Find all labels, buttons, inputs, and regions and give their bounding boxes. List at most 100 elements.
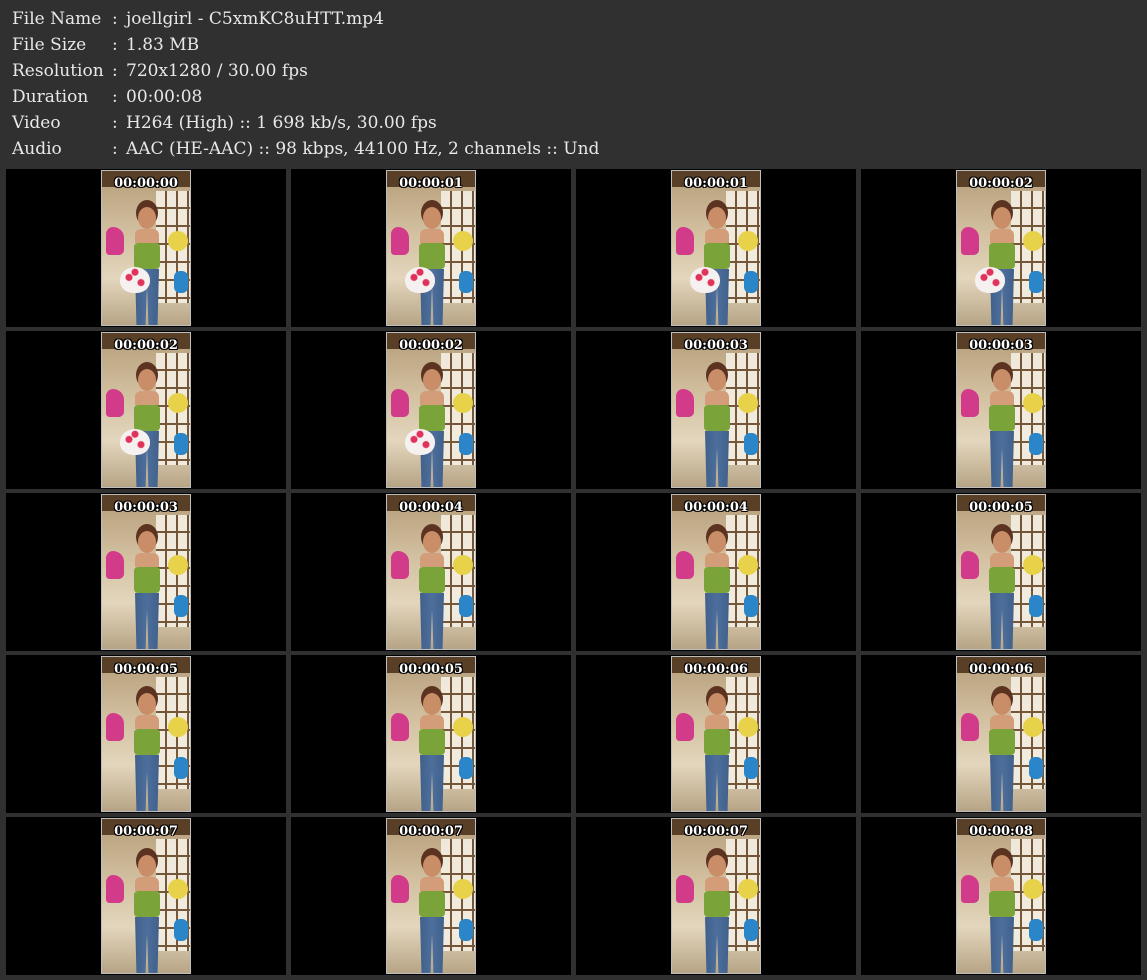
frame-person-head bbox=[708, 531, 726, 553]
frame-person-head bbox=[138, 207, 156, 229]
frame-person-head bbox=[993, 369, 1011, 391]
frame-person-skin bbox=[990, 553, 1014, 567]
frame-balloon-p bbox=[106, 713, 124, 741]
frame-person-top bbox=[989, 243, 1015, 269]
frame-heart bbox=[120, 267, 150, 293]
thumbnail-cell: 00:00:01 bbox=[291, 169, 571, 327]
frame-balloon-p bbox=[676, 389, 694, 417]
frame-person-jeans bbox=[705, 431, 729, 487]
thumbnail-timestamp: 00:00:05 bbox=[114, 662, 178, 677]
thumbnail-cell: 00:00:04 bbox=[576, 493, 856, 651]
thumbnail-image: 00:00:00 bbox=[101, 170, 191, 326]
thumbnail-image: 00:00:06 bbox=[956, 656, 1046, 812]
frame-balloon-b bbox=[174, 595, 188, 617]
thumbnail-cell: 00:00:01 bbox=[576, 169, 856, 327]
frame-balloon-p bbox=[961, 227, 979, 255]
frame-person-jeans bbox=[990, 917, 1014, 973]
frame-balloon-p bbox=[676, 713, 694, 741]
thumbnail-timestamp: 00:00:02 bbox=[399, 338, 463, 353]
frame-balloon-p bbox=[676, 551, 694, 579]
thumbnail-image: 00:00:07 bbox=[386, 818, 476, 974]
thumbnail-cell: 00:00:02 bbox=[6, 331, 286, 489]
frame-balloon-b bbox=[459, 595, 473, 617]
thumbnail-timestamp: 00:00:07 bbox=[684, 824, 748, 839]
frame-person-head bbox=[423, 207, 441, 229]
thumbnail-image: 00:00:03 bbox=[101, 494, 191, 650]
frame-balloon-b bbox=[744, 919, 758, 941]
frame-balloon-y bbox=[453, 879, 473, 899]
frame-person-head bbox=[993, 207, 1011, 229]
frame-person-skin bbox=[420, 391, 444, 405]
thumbnail-timestamp: 00:00:08 bbox=[969, 824, 1033, 839]
frame-balloon-y bbox=[738, 555, 758, 575]
frame-person-skin bbox=[135, 877, 159, 891]
frame-person-top bbox=[134, 567, 160, 593]
thumbnail-cell: 00:00:05 bbox=[6, 655, 286, 813]
frame-balloon-y bbox=[1023, 393, 1043, 413]
thumbnail-cell: 00:00:04 bbox=[291, 493, 571, 651]
frame-balloon-y bbox=[738, 717, 758, 737]
frame-balloon-y bbox=[453, 717, 473, 737]
frame-balloon-b bbox=[174, 757, 188, 779]
frame-person-top bbox=[704, 891, 730, 917]
frame-heart bbox=[120, 429, 150, 455]
frame-person-skin bbox=[420, 715, 444, 729]
frame-person-top bbox=[419, 405, 445, 431]
thumbnail-cell: 00:00:07 bbox=[291, 817, 571, 975]
frame-balloon-b bbox=[744, 595, 758, 617]
frame-person-jeans bbox=[990, 431, 1014, 487]
thumbnail-cell: 00:00:07 bbox=[6, 817, 286, 975]
thumbnail-image: 00:00:02 bbox=[956, 170, 1046, 326]
frame-heart bbox=[405, 429, 435, 455]
thumbnail-image: 00:00:07 bbox=[101, 818, 191, 974]
thumbnail-image: 00:00:04 bbox=[671, 494, 761, 650]
frame-balloon-y bbox=[1023, 717, 1043, 737]
thumbnail-timestamp: 00:00:04 bbox=[399, 500, 463, 515]
thumbnail-image: 00:00:05 bbox=[956, 494, 1046, 650]
frame-person-top bbox=[989, 567, 1015, 593]
frame-balloon-b bbox=[459, 919, 473, 941]
thumbnail-timestamp: 00:00:03 bbox=[684, 338, 748, 353]
frame-balloon-y bbox=[168, 231, 188, 251]
thumbnail-timestamp: 00:00:04 bbox=[684, 500, 748, 515]
frame-heart bbox=[690, 267, 720, 293]
thumbnail-cell: 00:00:03 bbox=[576, 331, 856, 489]
frame-balloon-p bbox=[106, 551, 124, 579]
frame-person-head bbox=[423, 531, 441, 553]
thumbnail-cell: 00:00:06 bbox=[576, 655, 856, 813]
frame-person-skin bbox=[135, 391, 159, 405]
frame-person-top bbox=[134, 891, 160, 917]
frame-person-head bbox=[138, 855, 156, 877]
thumbnail-timestamp: 00:00:03 bbox=[969, 338, 1033, 353]
frame-balloon-b bbox=[744, 271, 758, 293]
frame-balloon-b bbox=[174, 271, 188, 293]
thumbnail-timestamp: 00:00:07 bbox=[399, 824, 463, 839]
frame-person-skin bbox=[135, 553, 159, 567]
frame-balloon-b bbox=[459, 757, 473, 779]
frame-person-head bbox=[708, 369, 726, 391]
thumbnail-image: 00:00:08 bbox=[956, 818, 1046, 974]
frame-person-jeans bbox=[420, 917, 444, 973]
frame-person-skin bbox=[420, 229, 444, 243]
frame-person-head bbox=[708, 693, 726, 715]
frame-balloon-y bbox=[1023, 231, 1043, 251]
frame-person-head bbox=[708, 207, 726, 229]
thumbnail-image: 00:00:02 bbox=[386, 332, 476, 488]
frame-person-jeans bbox=[990, 755, 1014, 811]
frame-person-top bbox=[134, 405, 160, 431]
frame-person-head bbox=[423, 369, 441, 391]
frame-person-skin bbox=[420, 553, 444, 567]
frame-balloon-p bbox=[391, 551, 409, 579]
frame-balloon-p bbox=[676, 227, 694, 255]
frame-balloon-p bbox=[961, 713, 979, 741]
frame-person-top bbox=[134, 729, 160, 755]
frame-person-jeans bbox=[705, 755, 729, 811]
frame-person-top bbox=[704, 243, 730, 269]
frame-balloon-p bbox=[961, 389, 979, 417]
frame-balloon-p bbox=[106, 875, 124, 903]
thumbnail-cell: 00:00:00 bbox=[6, 169, 286, 327]
thumbnail-timestamp: 00:00:02 bbox=[114, 338, 178, 353]
frame-person-jeans bbox=[135, 917, 159, 973]
frame-person-head bbox=[993, 855, 1011, 877]
frame-person-top bbox=[989, 891, 1015, 917]
